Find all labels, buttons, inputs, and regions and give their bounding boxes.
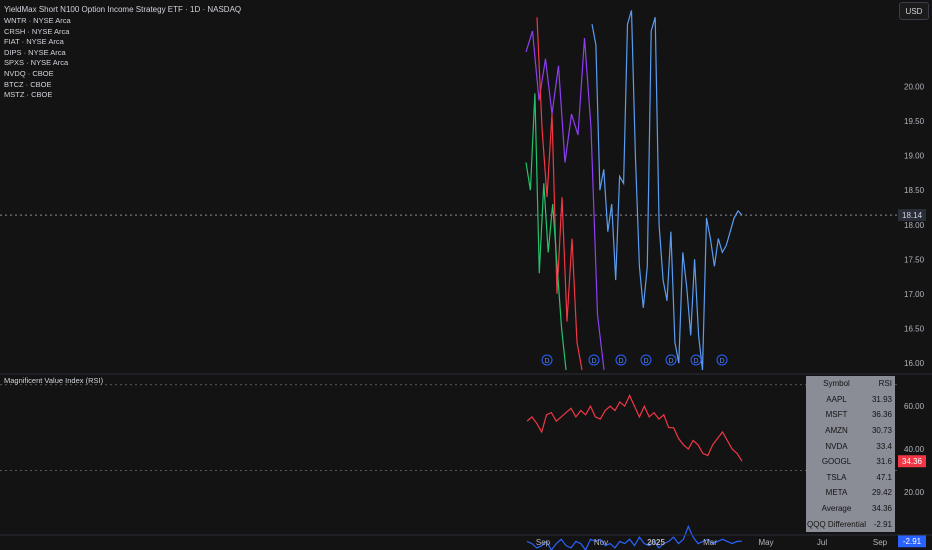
table-cell-symbol: AMZN — [825, 426, 848, 436]
y-tick-label: 17.50 — [904, 255, 925, 264]
table-header-rsi: RSI — [878, 379, 892, 389]
current-price-label: 18.14 — [902, 211, 923, 220]
y-tick-label: 16.50 — [904, 325, 925, 334]
indicator-title[interactable]: Magnificent Value Index (RSI) — [4, 376, 103, 385]
table-cell-symbol: MSFT — [825, 410, 848, 420]
symbol-item[interactable]: WNTR · NYSE Arca — [4, 16, 71, 27]
symbol-item[interactable]: MSTZ · CBOE — [4, 90, 71, 101]
table-header-symbol: Symbol — [823, 379, 850, 389]
table-row: META 29.42 — [806, 485, 895, 501]
rsi-line-average — [526, 394, 743, 462]
table-row: AAPL 31.93 — [806, 392, 895, 408]
dividend-marker-label: D — [693, 358, 698, 365]
y-tick-label: 17.00 — [904, 290, 925, 299]
y-tick-label: 18.50 — [904, 186, 925, 195]
dividend-marker-label: D — [591, 358, 596, 365]
dividend-marker-label: D — [719, 358, 724, 365]
rsi-value-label: 34.36 — [902, 457, 923, 466]
table-cell-rsi: 33.4 — [876, 441, 892, 451]
table-cell-symbol: Average — [821, 504, 852, 514]
table-row: NVDA 33.4 — [806, 438, 895, 454]
table-row: GOOGL 31.6 — [806, 454, 895, 470]
table-cell-symbol: GOOGL — [821, 457, 852, 467]
table-row: Average 34.36 — [806, 501, 895, 517]
table-row: QQQ Differential -2.91 — [806, 516, 895, 532]
table-cell-rsi: -2.91 — [873, 519, 892, 529]
table-row: TSLA 47.1 — [806, 470, 895, 486]
y-tick-label: 19.50 — [904, 117, 925, 126]
table-header-row: Symbol RSI — [806, 376, 895, 392]
x-tick-label: Mar — [703, 538, 717, 547]
table-cell-rsi: 34.36 — [871, 504, 892, 514]
series-line-blue — [591, 10, 743, 371]
rsi-y-tick-label: 40.00 — [904, 445, 925, 454]
x-tick-label: Nov — [594, 538, 608, 547]
symbol-item[interactable]: BTCZ · CBOE — [4, 80, 71, 91]
y-tick-label: 16.00 — [904, 359, 925, 368]
symbol-item[interactable]: NVDQ · CBOE — [4, 69, 71, 80]
table-cell-rsi: 30.73 — [871, 426, 892, 436]
currency-button[interactable]: USD — [899, 2, 929, 20]
dividend-marker-label: D — [668, 358, 673, 365]
rsi-y-tick-label: 20.00 — [904, 488, 925, 497]
chart-area[interactable]: 16.00 16.50 17.00 17.50 18.00 18.50 19.00 19.50… — [0, 0, 932, 550]
x-tick-label: May — [758, 538, 773, 547]
table-cell-rsi: 47.1 — [876, 472, 892, 482]
y-tick-label: 19.00 — [904, 152, 925, 161]
table-cell-rsi: 31.93 — [871, 394, 892, 404]
table-row: MSFT 36.36 — [806, 407, 895, 423]
x-tick-label: 2025 — [647, 538, 665, 547]
dividend-marker-label: D — [643, 358, 648, 365]
dividend-marker-label: D — [544, 358, 549, 365]
table-cell-rsi: 36.36 — [871, 410, 892, 420]
table-cell-rsi: 31.6 — [876, 457, 892, 467]
x-tick-label: Jul — [817, 538, 827, 547]
symbol-list: WNTR · NYSE Arca CRSH · NYSE Arca FIAT ·… — [4, 16, 71, 101]
rsi-y-tick-label: 60.00 — [904, 402, 925, 411]
rsi-table: Symbol RSI AAPL 31.93 MSFT 36.36 AMZN 30.73… — [806, 376, 895, 532]
table-cell-symbol: AAPL — [826, 394, 847, 404]
dividend-marker-label: D — [618, 358, 623, 365]
chart-title: YieldMax Short N100 Option Income Strate… — [4, 5, 242, 14]
y-tick-label: 18.00 — [904, 221, 925, 230]
symbol-item[interactable]: SPXS · NYSE Arca — [4, 58, 71, 69]
symbol-item[interactable]: FIAT · NYSE Arca — [4, 37, 71, 48]
symbol-item[interactable]: CRSH · NYSE Arca — [4, 27, 71, 38]
table-cell-symbol: NVDA — [825, 441, 848, 451]
table-cell-rsi: 29.42 — [871, 488, 892, 498]
rsi-value-label: -2.91 — [903, 537, 922, 546]
x-tick-label: Sep — [536, 538, 551, 547]
table-row: AMZN 30.73 — [806, 423, 895, 439]
x-tick-label: Sep — [873, 538, 888, 547]
symbol-item[interactable]: DIPS · NYSE Arca — [4, 48, 71, 59]
table-cell-symbol: TSLA — [826, 472, 847, 482]
y-tick-label: 20.00 — [904, 82, 925, 91]
table-cell-symbol: META — [825, 488, 848, 498]
table-cell-symbol: QQQ Differential — [807, 519, 866, 529]
